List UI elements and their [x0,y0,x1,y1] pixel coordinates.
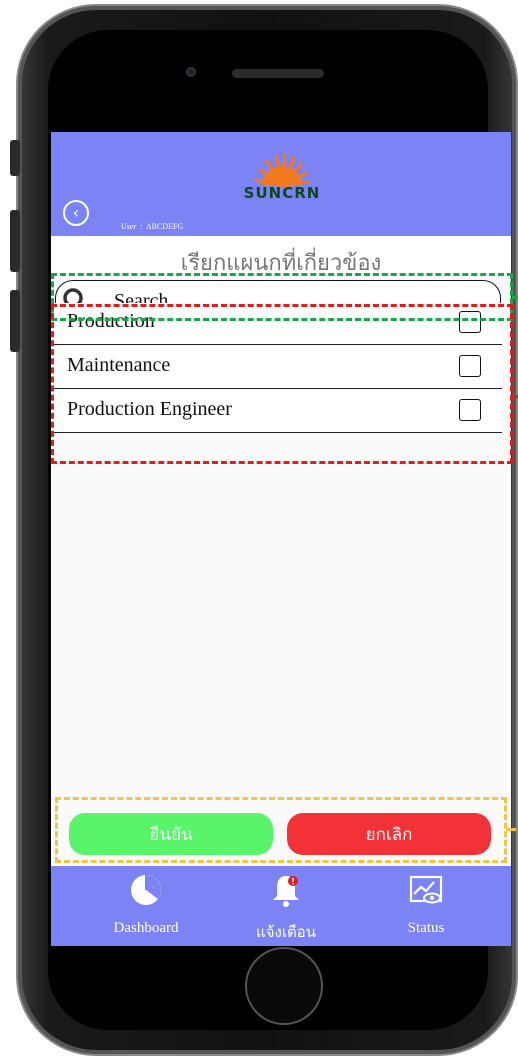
front-camera [186,67,196,77]
nav-item-status[interactable]: Status [366,866,486,946]
annotation-buttons-highlight [55,797,507,863]
annotation-pointer [512,296,518,299]
chart-eye-icon [409,875,443,904]
nav-label: Dashboard [113,920,179,936]
bell-alert-icon [273,876,299,907]
volume-up-button [10,210,20,272]
nav-item-notifications[interactable]: แจ้งเตือน [226,866,346,946]
nav-label: แจ้งเตือน [256,925,316,941]
back-button[interactable]: ‹ [63,200,89,226]
earpiece-speaker [232,69,324,78]
annotation-list-highlight [51,304,513,464]
annotation-pointer [512,395,518,398]
pie-chart-icon [131,875,161,905]
volume-down-button [10,290,20,352]
logo-text: SUNCRN [243,184,321,202]
nav-item-dashboard[interactable]: Dashboard [86,866,206,946]
bottom-nav: Dashboard แจ้งเตือน Status [51,866,511,946]
chevron-left-icon: ‹ [72,203,80,222]
mute-switch [10,140,20,176]
app-header: ‹ User : ABCDEFG SUNCRN [51,132,511,236]
annotation-pointer [506,828,516,831]
company-logo: SUNCRN [226,150,338,204]
home-button[interactable] [245,947,323,1025]
user-label: User : ABCDEFG [121,222,184,231]
nav-label: Status [407,920,445,936]
